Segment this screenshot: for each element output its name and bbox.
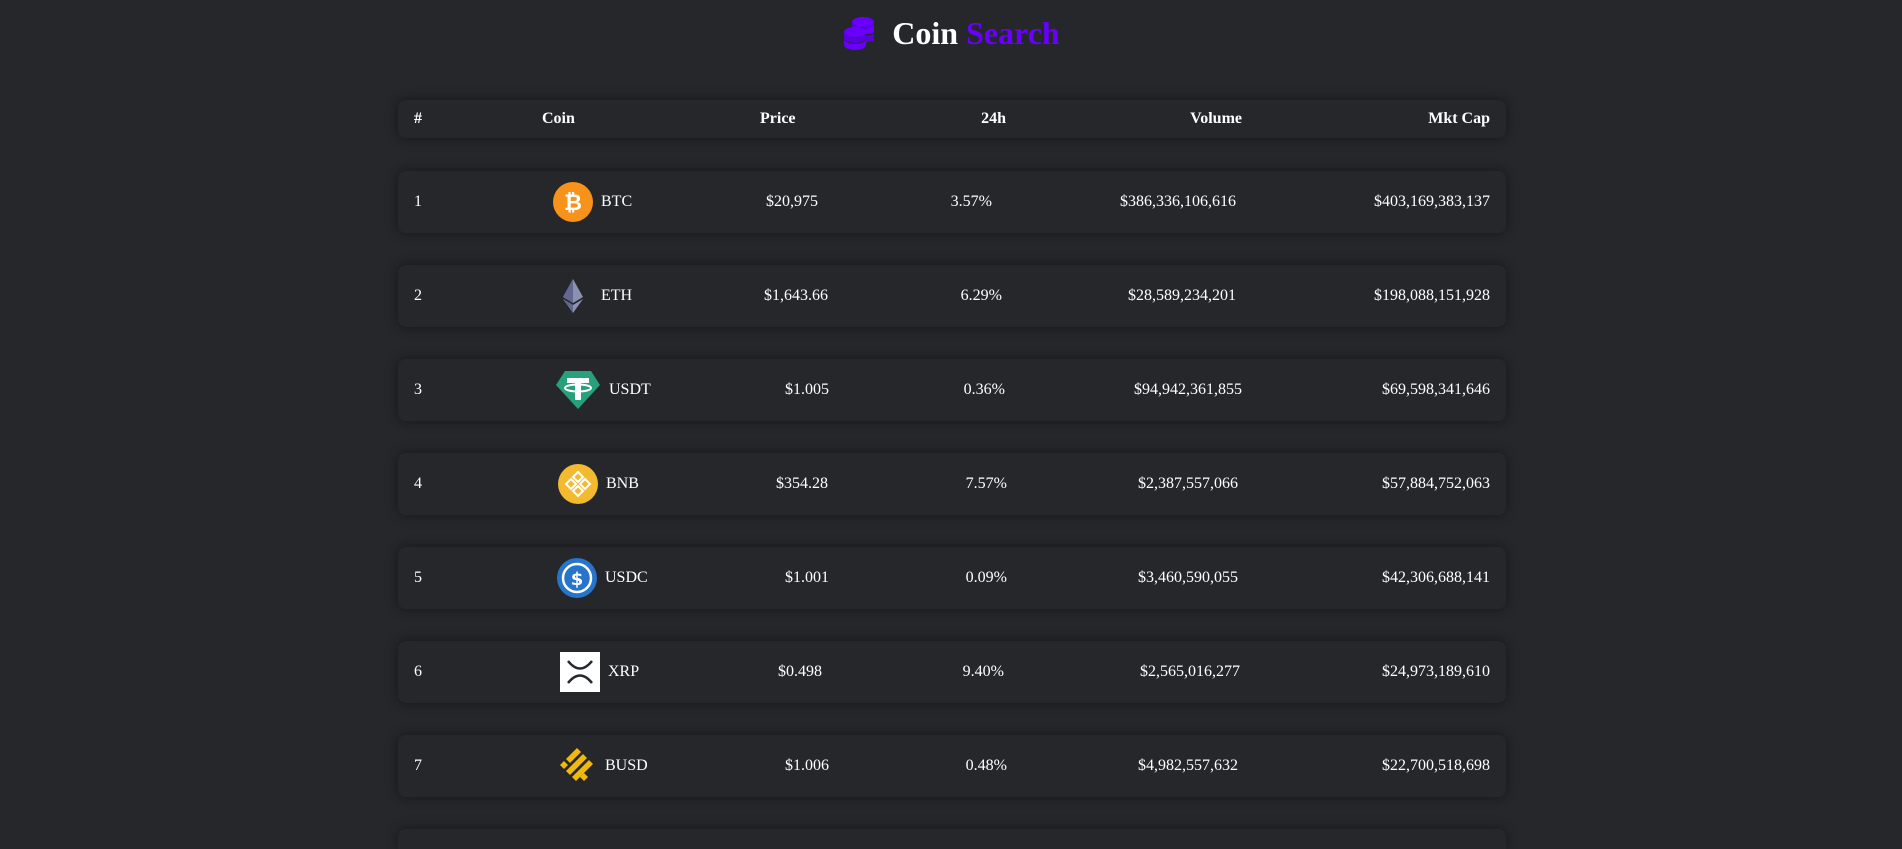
svg-text:₿: ₿ <box>564 191 582 216</box>
row-volume: $4,982,557,632 <box>1138 757 1238 774</box>
bitcoin-icon: ₿ <box>553 182 593 222</box>
table-body: 1 ₿ BTC $20,975 3.57% $386,336,106,616 $… <box>398 171 1506 849</box>
row-coin: USDT <box>555 367 651 413</box>
row-coin: BUSD <box>557 746 648 786</box>
header-coin: Coin <box>542 110 575 127</box>
row-rank: 6 <box>414 663 422 680</box>
row-rank: 7 <box>414 757 422 774</box>
table-row[interactable]: 1 ₿ BTC $20,975 3.57% $386,336,106,616 $… <box>398 171 1506 233</box>
row-symbol: USDC <box>605 569 648 586</box>
table-row[interactable]: 4 BNB $354.28 7.57% $2,387,557,066 $57,8… <box>398 453 1506 515</box>
table-row[interactable]: 5 $ USDC $1.001 0.09% $3,460,590,055 $42… <box>398 547 1506 609</box>
row-change: 3.57% <box>950 193 992 210</box>
row-price: $1.006 <box>785 757 829 774</box>
row-price: $0.498 <box>778 663 822 680</box>
row-rank: 4 <box>414 475 422 492</box>
row-rank: 3 <box>414 381 422 398</box>
row-coin: BNB <box>558 464 639 504</box>
row-volume: $3,460,590,055 <box>1138 569 1238 586</box>
row-symbol: BTC <box>601 193 633 210</box>
xrp-icon <box>560 652 600 692</box>
coins-icon <box>842 15 876 51</box>
svg-text:$: $ <box>571 569 584 590</box>
header-price: Price <box>760 110 796 127</box>
row-symbol: ETH <box>601 287 633 304</box>
header-market-cap: Mkt Cap <box>1428 110 1490 127</box>
row-market-cap: $69,598,341,646 <box>1382 381 1490 398</box>
row-price: $354.28 <box>776 475 828 492</box>
brand-word-coin: Coin <box>892 14 959 51</box>
row-rank: 5 <box>414 569 422 586</box>
bnb-icon <box>558 464 598 504</box>
row-change: 9.40% <box>962 663 1004 680</box>
row-coin: XRP <box>560 652 639 692</box>
brand-word-search: Search <box>966 14 1060 51</box>
table-header: # Coin Price 24h Volume Mkt Cap <box>398 100 1506 138</box>
table-row[interactable]: 7 BUSD $1.006 0.48% $4,982,557,632 $22,7… <box>398 735 1506 797</box>
row-rank: 1 <box>414 193 422 210</box>
row-rank: 2 <box>414 287 422 304</box>
row-change: 6.29% <box>960 287 1002 304</box>
header-24h: 24h <box>981 110 1006 127</box>
row-price: $1.001 <box>785 569 829 586</box>
row-change: 0.48% <box>965 757 1007 774</box>
row-price: $20,975 <box>766 193 818 210</box>
row-volume: $94,942,361,855 <box>1134 381 1242 398</box>
row-coin: ₿ BTC <box>553 182 632 222</box>
row-coin: $ USDC <box>557 558 648 598</box>
row-market-cap: $403,169,383,137 <box>1374 193 1490 210</box>
row-market-cap: $42,306,688,141 <box>1382 569 1490 586</box>
row-coin: ETH <box>553 276 632 316</box>
row-market-cap: $22,700,518,698 <box>1382 757 1490 774</box>
table-row[interactable]: 6 XRP $0.498 9.40% $2,565,016,277 $24,97… <box>398 641 1506 703</box>
row-symbol: XRP <box>608 663 640 680</box>
tether-icon <box>555 367 601 413</box>
row-market-cap: $57,884,752,063 <box>1382 475 1490 492</box>
table-row[interactable]: 3 USDT $1.005 0.36% $94,942,361,855 $69,… <box>398 359 1506 421</box>
row-symbol: USDT <box>609 381 651 398</box>
row-symbol: BNB <box>606 475 639 492</box>
row-change: 0.09% <box>965 569 1007 586</box>
row-volume: $28,589,234,201 <box>1128 287 1236 304</box>
coin-table: # Coin Price 24h Volume Mkt Cap 1 ₿ BTC … <box>398 100 1506 849</box>
brand-logo[interactable]: Coin Search <box>842 14 1060 52</box>
table-row[interactable] <box>398 829 1506 849</box>
header-volume: Volume <box>1190 110 1242 127</box>
ethereum-icon <box>553 276 593 316</box>
row-volume: $2,565,016,277 <box>1140 663 1240 680</box>
table-row[interactable]: 2 ETH $1,643.66 6.29% $28,589,234,201 $1… <box>398 265 1506 327</box>
row-price: $1.005 <box>785 381 829 398</box>
usdc-icon: $ <box>557 558 597 598</box>
busd-icon <box>557 746 597 786</box>
row-symbol: BUSD <box>605 757 648 774</box>
row-market-cap: $198,088,151,928 <box>1374 287 1490 304</box>
row-volume: $386,336,106,616 <box>1120 193 1236 210</box>
row-change: 7.57% <box>965 475 1007 492</box>
navbar: Coin Search <box>0 0 1902 66</box>
row-volume: $2,387,557,066 <box>1138 475 1238 492</box>
row-price: $1,643.66 <box>764 287 828 304</box>
row-market-cap: $24,973,189,610 <box>1382 663 1490 680</box>
header-rank: # <box>414 110 422 127</box>
row-change: 0.36% <box>963 381 1005 398</box>
